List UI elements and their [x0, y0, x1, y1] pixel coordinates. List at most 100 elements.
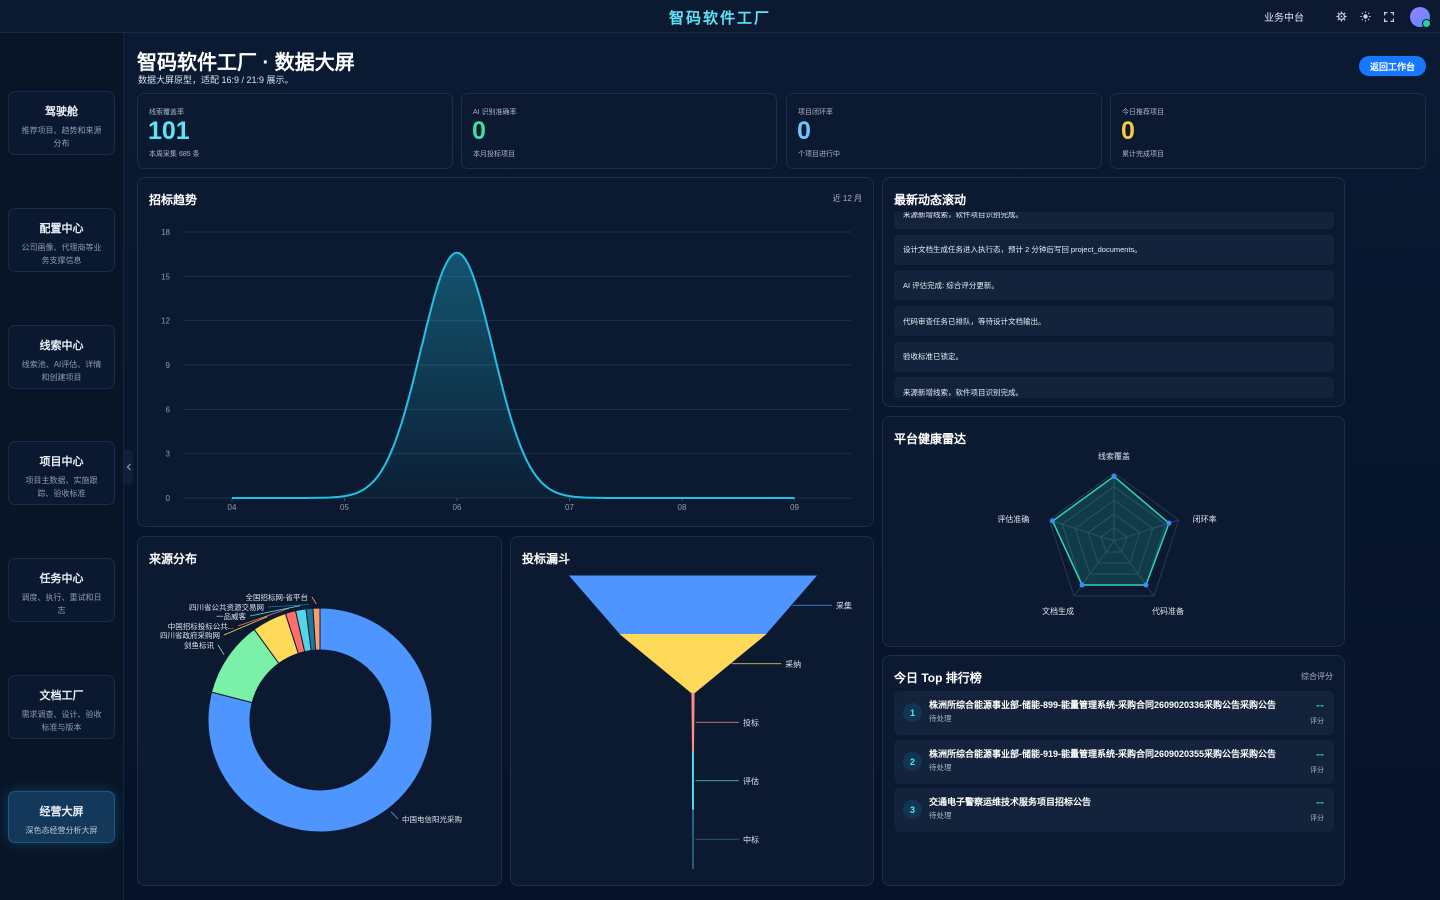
trend-area	[232, 252, 795, 498]
donut-leader-line	[390, 811, 399, 820]
donut-label: 中国招标投标公共...	[168, 621, 234, 631]
radar-chart: 线索覆盖闭环率代码准备 文档生成 评估准确	[997, 451, 1217, 616]
kpi-value: 0	[1121, 117, 1135, 145]
donut-label: 四川省政府采购网	[160, 630, 220, 640]
source-panel: 来源分布 中国电信阳光采购 剑鱼标讯 四川省政府采购网 中国招标投标公共... 一品威客…	[137, 536, 502, 886]
sidebar-item-leads[interactable]: 线索中心 线索池、AI评估、详情和创建项目	[8, 325, 115, 389]
feed-item: 代码审查任务已排队，等待设计文档输出。	[894, 306, 1334, 337]
donut-label: 中国电信阳光采购	[402, 814, 462, 824]
feed-item: 验收标准已锁定。	[894, 341, 1334, 372]
ranking-item[interactable]: 2 株洲所综合能源事业部-储能-919-能量管理系统-采购合同260902035…	[894, 740, 1334, 784]
donut-label: 剑鱼标讯	[184, 640, 214, 650]
sidebar-item-dashboard[interactable]: 经营大屏 深色态经营分析大屏	[8, 791, 115, 843]
funnel-label: 中标	[743, 834, 759, 844]
x-tick-label: 08	[678, 503, 687, 512]
radar-area	[1051, 475, 1170, 586]
sun-icon[interactable]	[1358, 10, 1372, 24]
rank-score: --	[1316, 795, 1324, 809]
sidebar-item-docs[interactable]: 文档工厂 需求调查、设计、验收标准与版本	[8, 675, 115, 739]
funnel-label: 评估	[743, 776, 759, 786]
kpi-card-lead-coverage: 线索覆盖率 101 本周采集 685 条	[137, 93, 453, 169]
funnel-label: 投标	[743, 717, 759, 727]
trend-chart: 0 3 6 9 12 15 18 04 05 06 07 08 09	[161, 228, 851, 512]
radar-point	[1111, 473, 1117, 479]
user-avatar[interactable]	[1410, 6, 1431, 28]
radar-axis-label: 闭环率	[1193, 514, 1217, 524]
kpi-value: 0	[472, 117, 486, 145]
rank-status: 待处理	[929, 714, 952, 723]
funnel-label: 采纳	[785, 659, 801, 669]
rank-number: 1	[903, 703, 922, 722]
rank-score: --	[1316, 747, 1324, 761]
fullscreen-icon[interactable]	[1382, 10, 1396, 24]
x-tick-label: 06	[453, 503, 462, 512]
chevron-left-icon	[126, 463, 131, 471]
radar-axis-label: 文档生成	[1042, 606, 1074, 616]
sidebar-item-desc: 线索池、AI评估、详情和创建项目	[21, 360, 102, 382]
feed-item: AI 评估完成: 综合评分更新。	[894, 270, 1334, 301]
donut-leader-line	[217, 644, 225, 656]
rank-score-label: 评分	[1310, 767, 1324, 774]
sidebar-item-tasks[interactable]: 任务中心 调度、执行、重试和日志	[8, 558, 115, 622]
donut-label: 一品威客	[216, 611, 246, 621]
radar-point	[1143, 582, 1149, 588]
kpi-value: 0	[797, 117, 811, 145]
kpi-sub: 个项目进行中	[798, 151, 840, 158]
top-bar: 智码软件工厂 业务中台	[0, 0, 1440, 33]
rank-status: 待处理	[929, 763, 952, 772]
sidebar-item-title: 文档工厂	[39, 690, 84, 702]
ranking-extra: 综合评分	[1301, 672, 1333, 681]
sidebar-item-title: 配置中心	[39, 223, 84, 235]
kpi-card-ai-accuracy: AI 识别准确率 0 本月投标项目	[461, 93, 777, 169]
x-tick-label: 09	[790, 503, 799, 512]
funnel-label: 采集	[836, 600, 852, 610]
y-tick-label: 0	[166, 494, 171, 503]
x-tick-label: 04	[228, 503, 237, 512]
y-tick-label: 18	[161, 228, 170, 237]
feed-item: 设计文档生成任务进入执行态，预计 2 分钟后写回 project_documen…	[894, 234, 1334, 265]
kpi-sub: 本月投标项目	[473, 151, 515, 158]
kpi-sub: 本周采集 685 条	[149, 151, 200, 158]
app-title: 智码软件工厂	[668, 10, 771, 27]
sidebar-collapse-toggle[interactable]	[124, 450, 133, 484]
sidebar-item-projects[interactable]: 项目中心 项目主数据、实施跟踪、验收标准	[8, 441, 115, 505]
trend-panel: 招标趋势 近 12 月 0 3 6 9 12 15 18 04 05 06 07 08 09	[137, 177, 874, 527]
donut-label: 全国招标网-省平台	[246, 592, 309, 602]
x-tick-label: 05	[340, 503, 349, 512]
feed-list[interactable]: 来源新增线索，软件项目识别完成。 设计文档生成任务进入执行态，预计 2 分钟后写…	[894, 212, 1334, 398]
funnel-panel: 投标漏斗 采集 采纳 投标 评估 中标	[510, 536, 874, 886]
y-tick-label: 12	[161, 317, 170, 326]
funnel-stage	[692, 751, 694, 811]
sidebar-item-config[interactable]: 配置中心 公司画像、代理商等业务支撑信息	[8, 208, 115, 272]
sidebar-item-title: 项目中心	[39, 456, 84, 468]
back-to-workbench-button[interactable]: 返回工作台	[1359, 56, 1426, 76]
ranking-item[interactable]: 1 株洲所综合能源事业部-储能-899-能量管理系统-采购合同260902033…	[894, 691, 1334, 735]
kpi-sub: 累计完成项目	[1122, 151, 1164, 158]
rank-number: 2	[903, 752, 922, 771]
radar-point	[1050, 518, 1056, 524]
kpi-value: 101	[148, 117, 190, 145]
feed-panel: 最新动态滚动 来源新增线索，软件项目识别完成。 设计文档生成任务进入执行态，预计…	[882, 177, 1345, 407]
feed-title: 最新动态滚动	[894, 193, 967, 207]
ranking-item[interactable]: 3 交通电子警察运维技术服务项目招标公告 待处理 -- 评分	[894, 788, 1334, 832]
ranking-title: 今日 Top 排行榜	[894, 671, 982, 685]
business-center-link[interactable]: 业务中台	[1264, 9, 1304, 24]
funnel-stage	[568, 575, 818, 635]
ranking-panel: 今日 Top 排行榜 综合评分 1 株洲所综合能源事业部-储能-899-能量管理…	[882, 655, 1345, 886]
rank-score-label: 评分	[1310, 815, 1324, 822]
sidebar-item-title: 任务中心	[39, 573, 84, 585]
rank-number: 3	[903, 800, 922, 819]
x-tick-label: 07	[565, 503, 574, 512]
sidebar-item-desc: 公司画像、代理商等业务支撑信息	[21, 243, 102, 265]
feed-item: 来源新增线索，软件项目识别完成。	[894, 212, 1334, 229]
page-title: 智码软件工厂 · 数据大屏	[137, 52, 355, 74]
radar-panel: 平台健康雷达 线索覆盖 闭环率 代码准备 文档生成 评估准确	[882, 416, 1345, 647]
donut-leader-line	[311, 596, 317, 605]
source-donut-chart: 中国电信阳光采购 剑鱼标讯四川省政府采购网中国招标投标公共...一品威客四川省公共…	[160, 592, 462, 833]
sidebar-item-cockpit[interactable]: 驾驶舱 推荐项目、趋势和来源分布	[8, 91, 115, 155]
donut-label: 四川省公共资源交易网	[189, 602, 264, 612]
rank-status: 待处理	[929, 811, 952, 820]
radar-axis-label: 代码准备	[1152, 606, 1184, 616]
gear-icon[interactable]	[1334, 10, 1348, 24]
kpi-label: AI 识别准确率	[473, 109, 517, 116]
